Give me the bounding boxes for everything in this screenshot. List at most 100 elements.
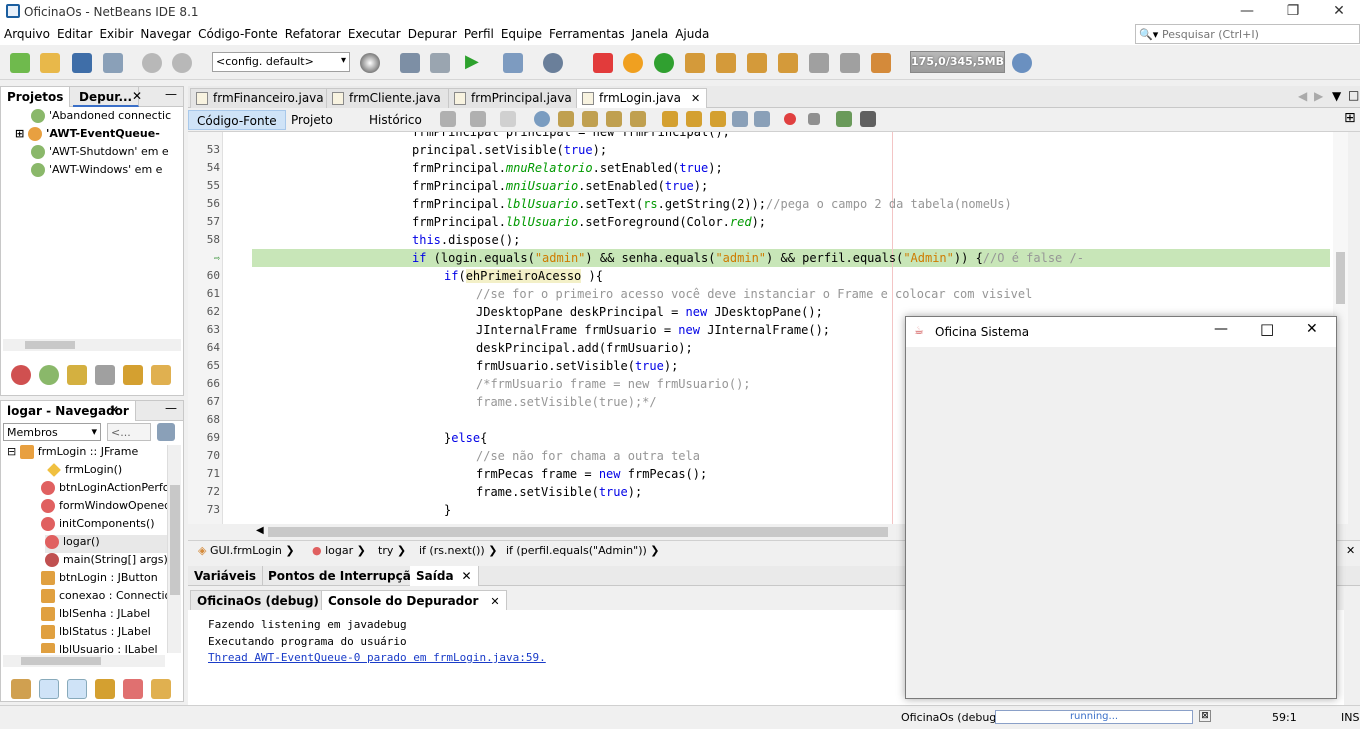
tab-projeto[interactable]: Projeto	[283, 110, 341, 130]
list-item[interactable]: initComponents()	[41, 517, 167, 535]
tab-codigo-fonte[interactable]: Código-Fonte	[188, 110, 286, 130]
line-number[interactable]: 53	[188, 141, 220, 159]
menu-refatorar[interactable]: Refatorar	[281, 24, 344, 41]
menu-depurar[interactable]: Depurar	[404, 24, 460, 41]
list-item[interactable]: lblStatus : JLabel	[41, 625, 167, 643]
maximize-icon[interactable]: □	[1348, 88, 1359, 102]
continue-icon[interactable]	[654, 53, 674, 73]
open-project-icon[interactable]	[72, 53, 92, 73]
close-icon[interactable]: ✕	[691, 92, 700, 105]
step-over-icon[interactable]	[685, 53, 705, 73]
threads-icon[interactable]	[39, 365, 59, 385]
close-button[interactable]: ✕	[1316, 0, 1360, 24]
dialog-maximize-button[interactable]: □	[1260, 320, 1274, 338]
line-number[interactable]: 71	[188, 465, 220, 483]
breadcrumb-if-perfil[interactable]: if (perfil.equals("Admin")) ❯	[506, 544, 660, 557]
tab-variaveis[interactable]: Variáveis	[188, 566, 264, 586]
lock-icon[interactable]	[123, 365, 143, 385]
uncomment-icon[interactable]	[860, 111, 876, 127]
non-public-icon[interactable]	[123, 679, 143, 699]
menu-exibir[interactable]: Exibir	[95, 24, 136, 41]
scroll-left-icon[interactable]: ◀	[1298, 89, 1307, 103]
forward-icon[interactable]	[500, 111, 516, 127]
menu-ajuda[interactable]: Ajuda	[671, 24, 712, 41]
scroll-left-icon[interactable]: ◀	[256, 525, 264, 536]
navigator-options-icon[interactable]	[157, 423, 175, 441]
new-project-icon[interactable]	[40, 53, 60, 73]
progress-bar[interactable]: running...	[995, 710, 1193, 724]
menu-arquivo[interactable]: Arquivo	[0, 24, 53, 41]
close-icon[interactable]: ✕	[490, 595, 499, 608]
menu-equipe[interactable]: Equipe	[497, 24, 545, 41]
dialog-title-bar[interactable]: ☕ Oficina Sistema — □ ✕	[906, 317, 1336, 347]
scroll-right-icon[interactable]: ▶	[1314, 89, 1323, 103]
line-number[interactable]: 65	[188, 357, 220, 375]
highlight-icon[interactable]	[630, 111, 646, 127]
tab-frmcliente[interactable]: frmCliente.java✕	[326, 88, 467, 108]
cancel-task-icon[interactable]: ⊠	[1199, 710, 1211, 722]
horizontal-scrollbar[interactable]	[3, 655, 165, 667]
step-into-icon[interactable]	[747, 53, 767, 73]
menu-janela[interactable]: Janela	[628, 24, 672, 41]
static-icon[interactable]	[67, 679, 87, 699]
debug-sessions-icon[interactable]	[11, 365, 31, 385]
line-number[interactable]: 55	[188, 177, 220, 195]
list-item[interactable]: logar()	[45, 535, 167, 553]
list-item[interactable]: conexao : Connectio	[41, 589, 167, 607]
current-line-arrow-icon[interactable]: ⇨	[188, 249, 220, 268]
filter-icon[interactable]	[95, 365, 115, 385]
line-number[interactable]: 73	[188, 501, 220, 519]
apply-changes-icon[interactable]	[840, 53, 860, 73]
line-number[interactable]: 56	[188, 195, 220, 213]
chevron-down-icon[interactable]: ▼	[1332, 89, 1341, 103]
toggle-bookmark-icon[interactable]	[710, 111, 726, 127]
line-number[interactable]: 62	[188, 303, 220, 321]
find-next-icon[interactable]	[582, 111, 598, 127]
console-link[interactable]: Thread AWT-EventQueue-0 parado em frmLog…	[208, 651, 546, 664]
breadcrumb-if-next[interactable]: if (rs.next()) ❯	[419, 544, 497, 557]
stop-macro-icon[interactable]	[808, 113, 820, 125]
suspend-icon[interactable]	[67, 365, 87, 385]
line-number[interactable]: 58	[188, 231, 220, 249]
horizontal-scrollbar[interactable]	[3, 339, 181, 351]
inherited-icon[interactable]	[11, 679, 31, 699]
line-number[interactable]: 70	[188, 447, 220, 465]
breadcrumb-try[interactable]: try ❯	[378, 544, 406, 557]
line-number[interactable]: 60	[188, 267, 220, 285]
line-number[interactable]: 63	[188, 321, 220, 339]
list-item[interactable]: formWindowOpened(	[41, 499, 167, 517]
profile-icon[interactable]	[543, 53, 563, 73]
line-number[interactable]: 72	[188, 483, 220, 501]
menu-ferramentas[interactable]: Ferramentas	[545, 24, 628, 41]
close-icon[interactable]: ✕	[461, 569, 471, 583]
redo-icon[interactable]	[172, 53, 192, 73]
config-select[interactable]: <config. default> ▾	[212, 52, 350, 72]
stop-debug-icon[interactable]	[593, 53, 613, 73]
snapshot-icon[interactable]	[871, 53, 891, 73]
oficina-sistema-window[interactable]: ☕ Oficina Sistema — □ ✕	[905, 316, 1337, 699]
line-number[interactable]: 61	[188, 285, 220, 303]
comment-icon[interactable]	[836, 111, 852, 127]
shift-right-icon[interactable]	[754, 111, 770, 127]
list-item[interactable]: ⊞ 'AWT-EventQueue-	[15, 127, 181, 145]
menu-executar[interactable]: Executar	[344, 24, 404, 41]
search-box[interactable]: 🔍▾	[1135, 24, 1360, 44]
line-number[interactable]: 64	[188, 339, 220, 357]
menu-perfil[interactable]: Perfil	[460, 24, 497, 41]
list-item[interactable]: btnLoginActionPerfor	[41, 481, 167, 499]
pause-icon[interactable]	[623, 53, 643, 73]
history-select[interactable]: <...	[107, 423, 151, 441]
tab-breakpoints[interactable]: Pontos de Interrupção	[262, 566, 427, 586]
tab-saida[interactable]: Saída ✕	[410, 566, 479, 586]
step-out-icon[interactable]	[778, 53, 798, 73]
browser-icon[interactable]	[360, 53, 380, 73]
line-number[interactable]: 57	[188, 213, 220, 231]
close-icon[interactable]: ✕	[1346, 544, 1355, 557]
vertical-scrollbar[interactable]	[167, 445, 181, 653]
line-number[interactable]: 67	[188, 393, 220, 411]
menu-navegar[interactable]: Navegar	[136, 24, 194, 41]
list-item[interactable]: ⊟ frmLogin :: JFrame	[7, 445, 167, 463]
last-edit-icon[interactable]	[440, 111, 456, 127]
line-number[interactable]: 66	[188, 375, 220, 393]
memory-indicator[interactable]: 175,0/345,5MB	[910, 51, 1005, 73]
